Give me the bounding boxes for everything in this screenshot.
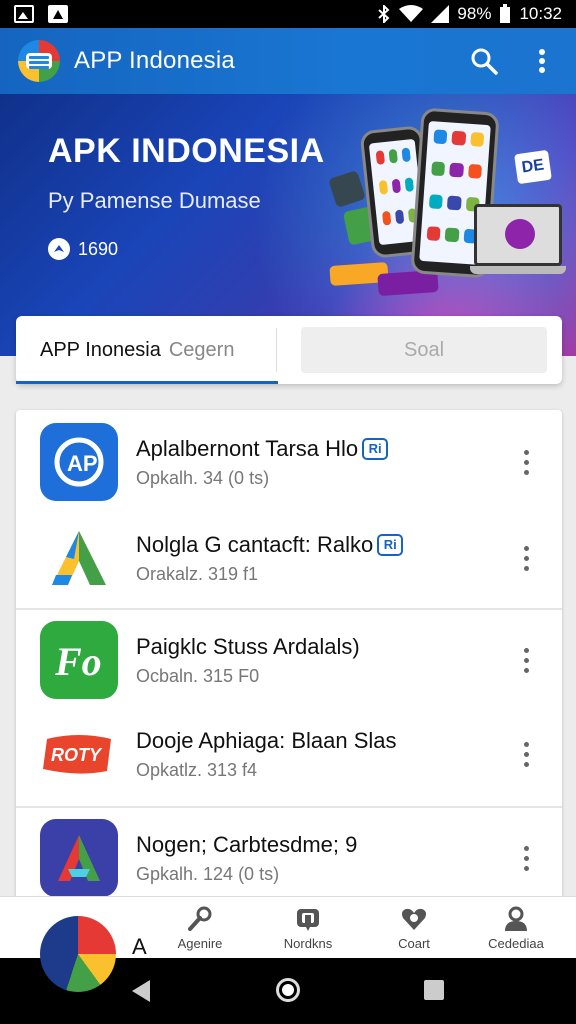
hero-download-count: 1690 (48, 238, 118, 260)
nav-label: Cedediaa (488, 935, 544, 951)
ap-logo-icon: AP (40, 423, 118, 501)
list-item[interactable]: Nogen; Carbtesdme; 9 Gpkalh. 124 (0 ts) (16, 810, 562, 906)
app-meta: Opkatlz. 313 f4 (136, 759, 258, 780)
nav-item-cedediaa[interactable]: Cedediaa (464, 897, 568, 959)
a-triangle-logo-icon (40, 519, 118, 597)
divider (16, 806, 562, 808)
svg-text:Fo: Fo (54, 639, 102, 684)
item-more-button[interactable] (514, 838, 538, 878)
app-meta: Opkalh. 34 (0 ts) (136, 467, 270, 488)
app-logo-icon (18, 40, 60, 82)
app-bar: APP Indonesia (0, 28, 576, 94)
peek-app-letter: A (132, 934, 147, 959)
overflow-menu-button[interactable] (526, 45, 558, 77)
app-meta: Gpkalh. 124 (0 ts) (136, 863, 280, 884)
item-more-button[interactable] (514, 538, 538, 578)
status-bar: 98% 10:32 (0, 0, 576, 28)
app-tile-icon (328, 170, 366, 208)
list-item[interactable]: Fo Paigklc Stuss Ardalals) Ocbaln. 315 F… (16, 612, 562, 708)
app-name: Dooje Aphiaga: Blaan Slas (136, 727, 397, 753)
tab-label: APP Inonesia (40, 338, 161, 361)
recents-button-icon[interactable] (424, 980, 444, 1000)
app-meta: Orakalz. 319 f1 (136, 563, 259, 584)
app-name: Paigklc Stuss Ardalals) (136, 633, 360, 659)
svg-text:ROTY: ROTY (51, 745, 103, 765)
content-area: AP Aplalbernont Tarsa Hlo Ri Opkalh. 34 (… (0, 356, 576, 970)
search-field[interactable]: Soal (301, 327, 547, 373)
app-list: AP Aplalbernont Tarsa Hlo Ri Opkalh. 34 (… (16, 410, 562, 970)
item-more-button[interactable] (514, 734, 538, 774)
rofy-logo-icon: ROTY (40, 715, 118, 793)
app-meta: Ocbaln. 315 F0 (136, 665, 260, 686)
home-button-icon[interactable] (276, 978, 300, 1002)
nav-item-agenire[interactable]: Agenire (148, 897, 252, 959)
app-title: APP Indonesia (74, 47, 235, 74)
verified-badge: Ri (362, 437, 389, 460)
wifi-icon (399, 5, 424, 22)
tab-secondary-label: Cegern (168, 338, 235, 361)
svg-text:AP: AP (67, 451, 98, 476)
list-item[interactable]: AP Aplalbernont Tarsa Hlo Ri Opkalh. 34 (… (16, 414, 562, 510)
gamepad-icon (297, 908, 319, 931)
laptop-illustration (470, 204, 566, 284)
hero-count-text: 1690 (78, 238, 119, 259)
list-item[interactable]: Nolgla G cantacft: Ralko Ri Orakalz. 319 … (16, 510, 562, 606)
hero-devices-illustration: DE (320, 104, 570, 314)
person-icon (505, 906, 527, 931)
image-icon (14, 5, 34, 23)
clock: 10:32 (519, 4, 562, 23)
hero-subtitle: Py Pamense Dumase (48, 188, 261, 213)
more-vert-icon (539, 49, 545, 73)
battery-text: 98% (457, 4, 492, 23)
item-more-button[interactable] (514, 442, 538, 482)
peek-app-icon (40, 916, 116, 992)
nav-item-coart[interactable]: Coart (362, 897, 466, 959)
fp-logo-icon: Fo (40, 621, 118, 699)
wrench-icon (188, 906, 212, 931)
download-arrow-icon (48, 238, 70, 260)
nav-label: Agenire (177, 935, 223, 951)
back-button-icon[interactable] (132, 980, 150, 1002)
list-item[interactable]: ROTY Dooje Aphiaga: Blaan Slas Opkatlz. … (16, 706, 562, 802)
triangle-app-icon (48, 5, 68, 23)
signal-icon (431, 5, 450, 23)
verified-badge: Ri (377, 533, 404, 556)
nav-item-nordkns[interactable]: Nordkns (256, 897, 360, 959)
battery-icon (500, 4, 511, 23)
app-name: Nolgla G cantacft: Ralko (136, 531, 374, 557)
app-name: Aplalbernont Tarsa Hlo (136, 435, 359, 461)
search-button[interactable] (468, 45, 500, 77)
search-icon (471, 48, 498, 75)
item-more-button[interactable] (514, 640, 538, 680)
bluetooth-icon (378, 5, 390, 23)
hero-title: APK INDONESIA (48, 132, 325, 170)
hero-badge: DE (514, 149, 552, 185)
divider (16, 608, 562, 610)
heart-shield-icon (402, 908, 426, 930)
app-name: Nogen; Carbtesdme; 9 (136, 831, 358, 857)
tab-app-indonesia[interactable]: APP Inonesia Cegern (16, 316, 278, 384)
a-colorful-logo-icon (40, 819, 118, 897)
nav-label: Nordkns (283, 935, 333, 951)
nav-label: Coart (398, 935, 430, 951)
tab-bar: APP Inonesia Cegern Soal (16, 316, 562, 384)
